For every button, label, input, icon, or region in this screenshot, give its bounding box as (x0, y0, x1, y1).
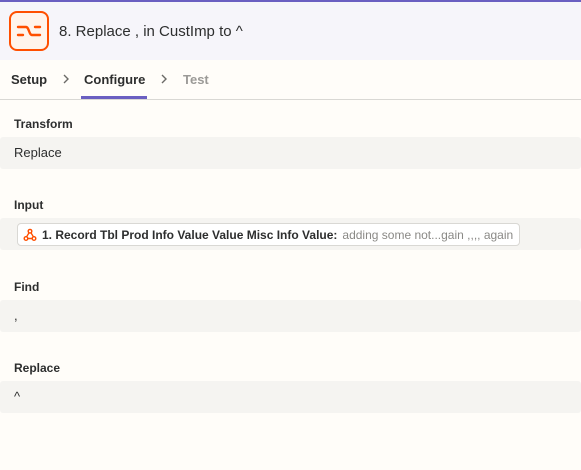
input-label: Input (14, 198, 44, 212)
webhook-icon (23, 228, 37, 241)
transform-label: Transform (14, 117, 73, 131)
tab-configure[interactable]: Configure (84, 72, 145, 87)
transform-value: Replace (14, 145, 62, 160)
replace-field[interactable]: ^ (0, 381, 581, 413)
input-token-value: adding some not...gain ,,,, again (342, 227, 514, 242)
find-value: , (14, 308, 18, 323)
find-label: Find (14, 280, 40, 294)
step-header: 8. Replace , in CustImp to ^ (0, 2, 581, 60)
transform-field[interactable]: Replace (0, 137, 581, 169)
replace-label: Replace (14, 361, 61, 375)
input-token-label: 1. Record Tbl Prod Info Value Value Misc… (42, 227, 338, 242)
transform-icon (9, 11, 49, 51)
step-tabs: Setup Configure Test (0, 60, 581, 100)
replace-value: ^ (14, 389, 21, 404)
input-token-pill[interactable]: 1. Record Tbl Prod Info Value Value Misc… (17, 223, 521, 246)
active-tab-indicator (81, 96, 147, 99)
find-field[interactable]: , (0, 300, 581, 332)
tab-setup[interactable]: Setup (11, 72, 47, 87)
input-field[interactable]: 1. Record Tbl Prod Info Value Value Misc… (0, 218, 581, 250)
step-title[interactable]: 8. Replace , in CustImp to ^ (59, 23, 243, 40)
chevron-right-icon (161, 74, 167, 84)
tab-test[interactable]: Test (183, 72, 209, 87)
chevron-right-icon (63, 74, 69, 84)
